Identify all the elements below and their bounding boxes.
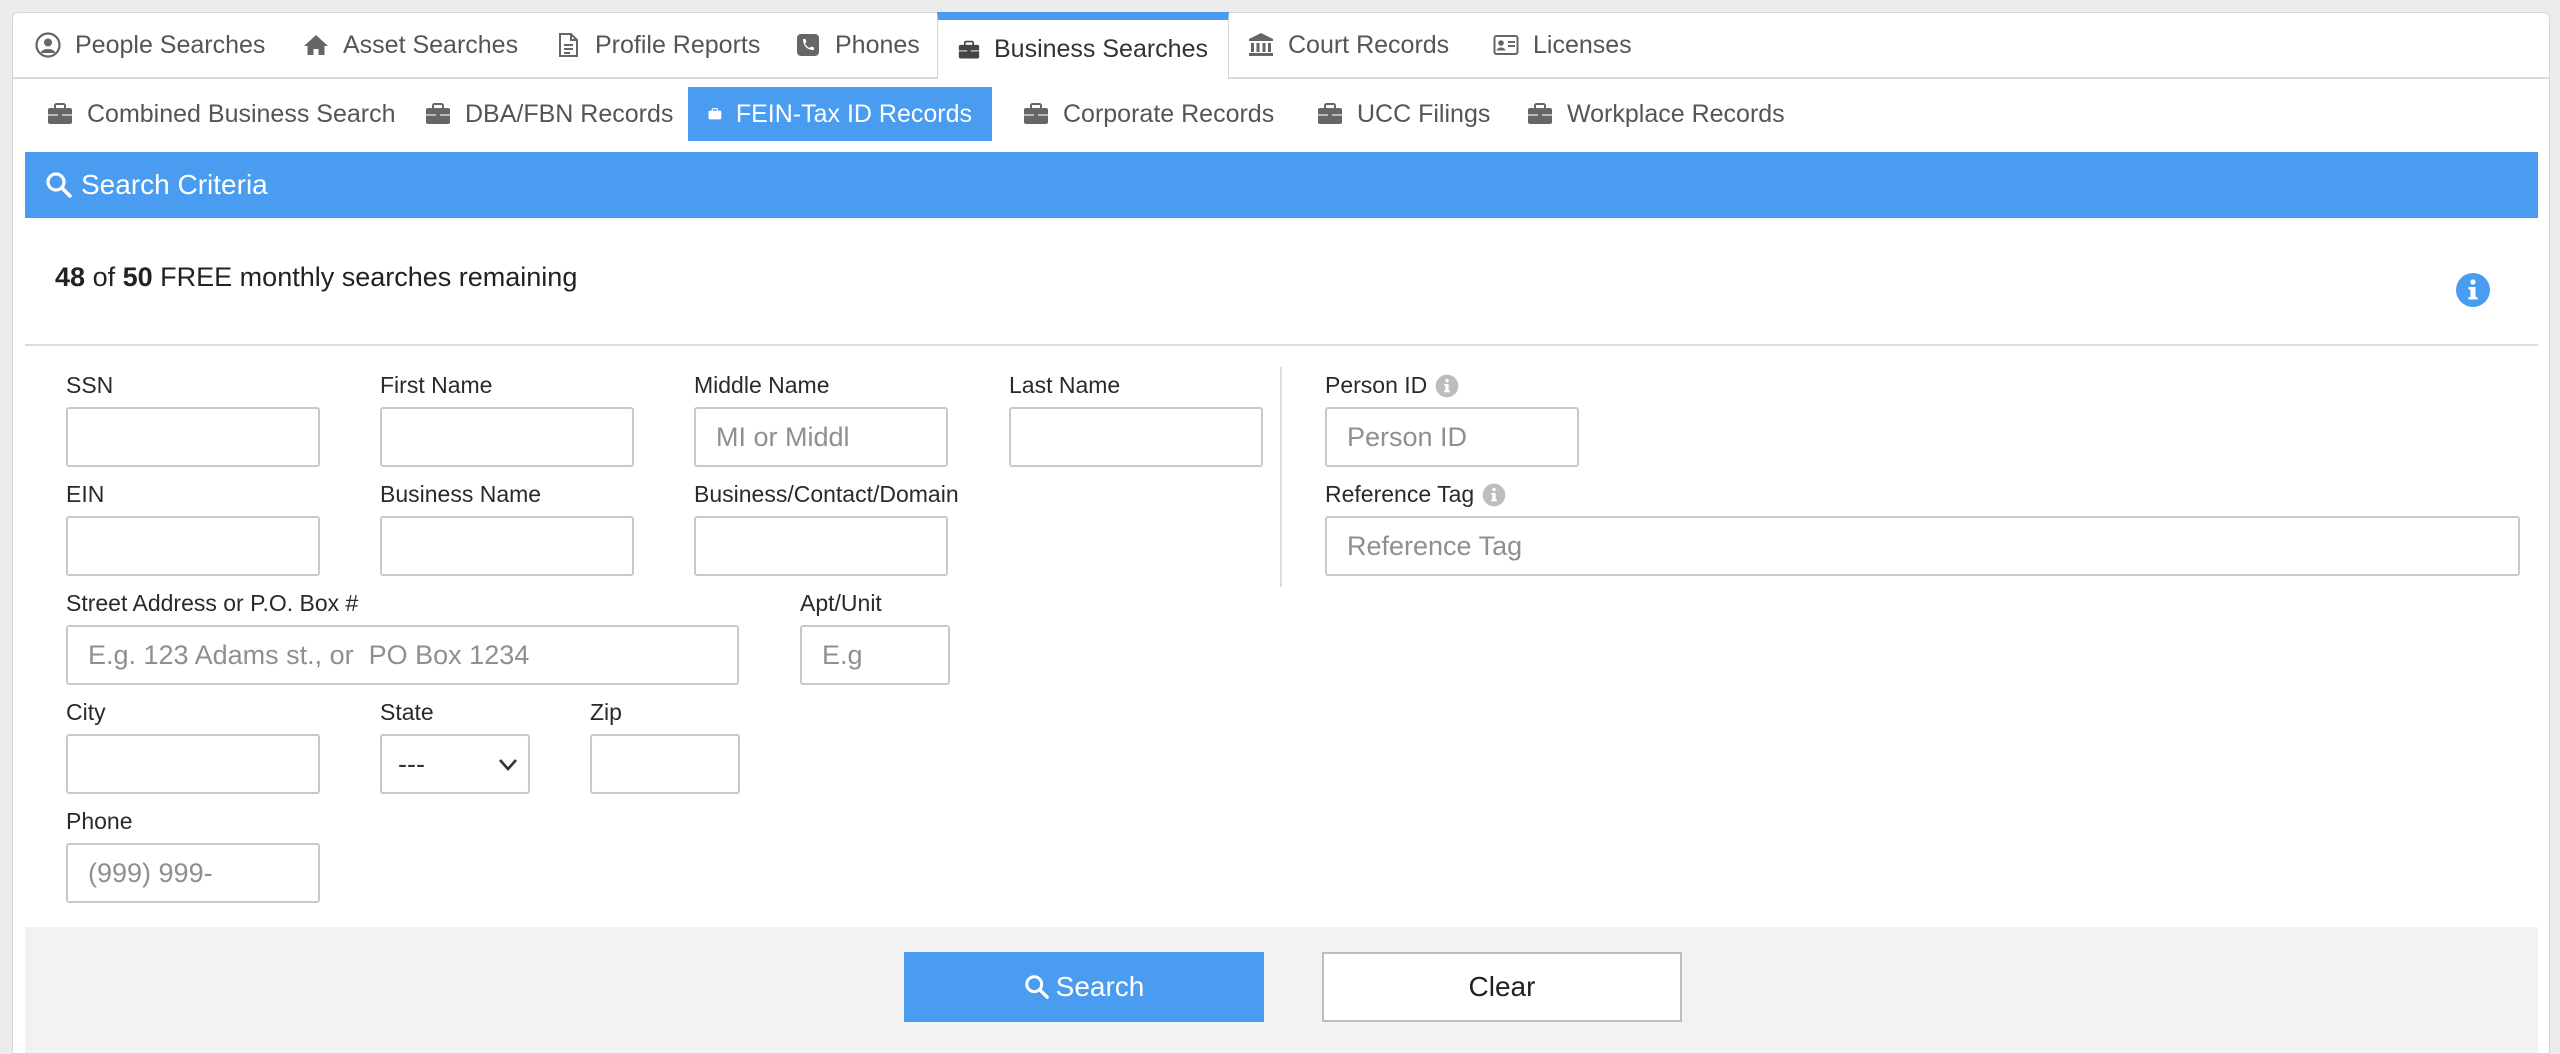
action-bar: Search Clear bbox=[25, 927, 2538, 1053]
quota-text: FREE monthly searches remaining bbox=[160, 262, 578, 292]
clear-button-label: Clear bbox=[1468, 971, 1536, 1002]
search-criteria-panel: Search Criteria 48 of 50 FREE monthly se… bbox=[25, 152, 2538, 927]
city-label: City bbox=[66, 699, 106, 725]
quota-used: 48 bbox=[55, 262, 86, 292]
document-icon bbox=[559, 33, 578, 57]
search-button[interactable]: Search bbox=[904, 952, 1264, 1022]
subtab-label: FEIN-Tax ID Records bbox=[735, 99, 972, 128]
ein-label: EIN bbox=[66, 481, 105, 507]
phone-field[interactable] bbox=[66, 843, 320, 903]
briefcase-icon bbox=[1023, 103, 1049, 125]
panel-header: Search Criteria bbox=[25, 152, 2538, 218]
briefcase-icon bbox=[958, 39, 980, 61]
tab-people-searches[interactable]: People Searches bbox=[35, 13, 265, 77]
search-icon bbox=[1024, 974, 1050, 1000]
tab-label: Business Searches bbox=[993, 35, 1208, 63]
quota-of: of bbox=[92, 262, 116, 292]
tab-asset-searches[interactable]: Asset Searches bbox=[303, 13, 518, 77]
subtab-corporate-records[interactable]: Corporate Records bbox=[1003, 87, 1294, 141]
first-name-label: First Name bbox=[380, 372, 493, 398]
apt-unit-field[interactable] bbox=[800, 625, 950, 685]
zip-field[interactable] bbox=[590, 734, 740, 794]
subtab-label: Corporate Records bbox=[1063, 99, 1275, 128]
info-icon[interactable] bbox=[1435, 374, 1459, 398]
phone-label: Phone bbox=[66, 808, 133, 834]
subtab-workplace-records[interactable]: Workplace Records bbox=[1507, 87, 1805, 141]
middle-name-label: Middle Name bbox=[694, 372, 830, 398]
briefcase-icon bbox=[1527, 103, 1553, 125]
top-tab-bar: People Searches Asset Searches Profile R… bbox=[13, 12, 2549, 79]
reference-tag-label-group: Reference Tag bbox=[1325, 481, 1506, 508]
subtab-combined-business-search[interactable]: Combined Business Search bbox=[27, 87, 416, 141]
subtab-dba-fbn-records[interactable]: DBA/FBN Records bbox=[405, 87, 693, 141]
tab-label: Court Records bbox=[1288, 30, 1450, 59]
reference-tag-field[interactable] bbox=[1325, 516, 2520, 576]
middle-name-field[interactable] bbox=[694, 407, 948, 467]
tab-label: Licenses bbox=[1533, 30, 1632, 59]
user-circle-icon bbox=[35, 32, 61, 58]
briefcase-icon bbox=[425, 103, 451, 125]
tab-business-searches[interactable]: Business Searches bbox=[937, 12, 1229, 79]
ssn-field[interactable] bbox=[66, 407, 320, 467]
clear-button[interactable]: Clear bbox=[1322, 952, 1682, 1022]
business-contact-domain-label: Business/Contact/Domain bbox=[694, 481, 959, 507]
business-contact-domain-field[interactable] bbox=[694, 516, 948, 576]
subtab-ucc-filings[interactable]: UCC Filings bbox=[1297, 87, 1510, 141]
subtab-label: Workplace Records bbox=[1567, 99, 1785, 128]
subtab-label: DBA/FBN Records bbox=[465, 99, 674, 128]
business-name-field[interactable] bbox=[380, 516, 634, 576]
state-select[interactable]: --- bbox=[380, 734, 530, 794]
search-icon bbox=[45, 171, 73, 199]
briefcase-icon bbox=[708, 103, 722, 125]
zip-label: Zip bbox=[590, 699, 622, 725]
briefcase-icon bbox=[1317, 103, 1343, 125]
search-app-frame: People Searches Asset Searches Profile R… bbox=[12, 12, 2550, 1054]
subtab-fein-tax-id-records[interactable]: FEIN-Tax ID Records bbox=[688, 87, 992, 141]
courthouse-icon bbox=[1249, 33, 1273, 56]
person-id-label: Person ID bbox=[1325, 372, 1428, 398]
ein-field[interactable] bbox=[66, 516, 320, 576]
subtab-label: Combined Business Search bbox=[87, 99, 396, 128]
info-icon[interactable] bbox=[1482, 483, 1506, 507]
subtab-label: UCC Filings bbox=[1357, 99, 1491, 128]
tab-court-records[interactable]: Court Records bbox=[1248, 13, 1449, 77]
reference-tag-label: Reference Tag bbox=[1325, 481, 1475, 507]
state-label: State bbox=[380, 699, 434, 725]
info-icon[interactable] bbox=[2455, 272, 2491, 308]
id-card-icon bbox=[1493, 35, 1519, 55]
search-quota: 48 of 50 FREE monthly searches remaining bbox=[55, 262, 577, 293]
home-icon bbox=[304, 35, 328, 55]
briefcase-icon bbox=[47, 103, 73, 125]
last-name-field[interactable] bbox=[1009, 407, 1263, 467]
person-id-field[interactable] bbox=[1325, 407, 1579, 467]
first-name-field[interactable] bbox=[380, 407, 634, 467]
person-id-label-group: Person ID bbox=[1325, 372, 1459, 399]
tab-licenses[interactable]: Licenses bbox=[1493, 13, 1632, 77]
phone-icon bbox=[797, 34, 819, 56]
tab-phones[interactable]: Phones bbox=[795, 13, 920, 77]
tab-label: Profile Reports bbox=[595, 30, 761, 59]
quota-total: 50 bbox=[122, 262, 153, 292]
state-select-wrap: --- bbox=[380, 734, 530, 794]
tab-label: Asset Searches bbox=[343, 30, 519, 59]
street-address-field[interactable] bbox=[66, 625, 739, 685]
city-field[interactable] bbox=[66, 734, 320, 794]
tab-label: People Searches bbox=[75, 30, 266, 59]
street-address-label: Street Address or P.O. Box # bbox=[66, 590, 359, 616]
search-button-label: Search bbox=[1055, 971, 1145, 1002]
last-name-label: Last Name bbox=[1009, 372, 1121, 398]
divider-vertical bbox=[1280, 367, 1282, 587]
divider bbox=[25, 344, 2538, 346]
tab-label: Phones bbox=[835, 30, 920, 59]
ssn-label: SSN bbox=[66, 372, 114, 398]
apt-unit-label: Apt/Unit bbox=[800, 590, 882, 616]
panel-title: Search Criteria bbox=[81, 169, 268, 200]
tab-profile-reports[interactable]: Profile Reports bbox=[555, 13, 760, 77]
business-name-label: Business Name bbox=[380, 481, 542, 507]
